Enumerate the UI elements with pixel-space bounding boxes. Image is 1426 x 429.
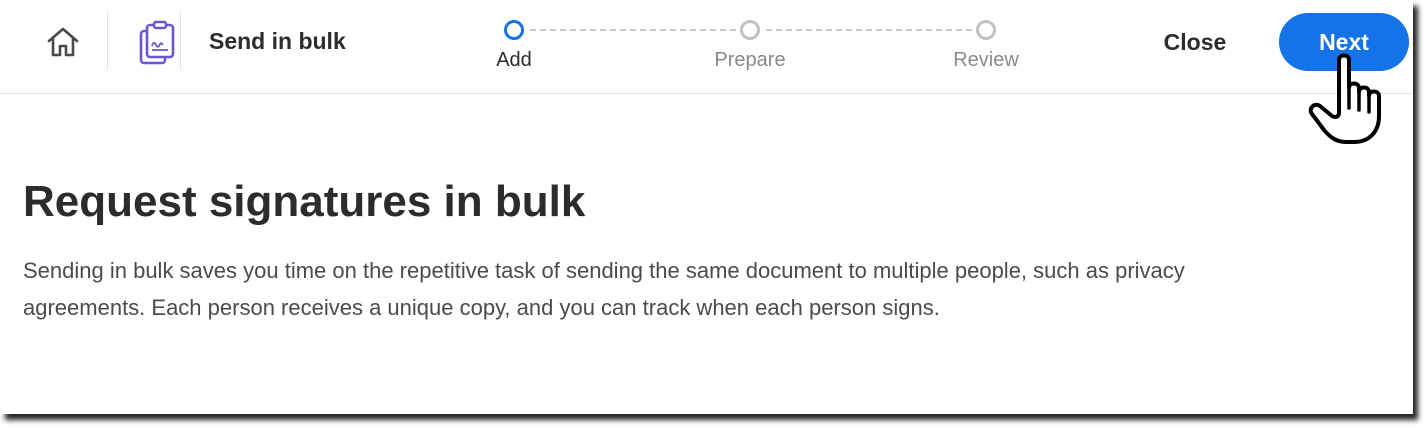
app-title: Send in bulk	[209, 28, 346, 54]
progress-stepper: Add Prepare Review	[470, 14, 1050, 74]
step-connector	[766, 29, 972, 31]
hand-pointer-icon	[1308, 53, 1381, 144]
page-title: Request signatures in bulk	[23, 177, 586, 226]
header-divider	[180, 12, 181, 70]
main-content: Request signatures in bulk Sending in bu…	[23, 172, 1383, 326]
step-prepare-label: Prepare	[714, 49, 786, 71]
step-prepare-indicator	[740, 20, 760, 40]
top-bar: Send in bulk Add Prepare Review Close Ne…	[0, 0, 1413, 94]
header-divider	[107, 12, 108, 70]
bulk-signature-document-icon	[139, 20, 175, 65]
step-review-indicator	[976, 20, 996, 40]
send-in-bulk-panel: Send in bulk Add Prepare Review Close Ne…	[0, 0, 1413, 414]
step-add-indicator	[504, 20, 524, 40]
app-icon	[134, 18, 180, 68]
step-review-label: Review	[953, 49, 1019, 71]
page-description: Sending in bulk saves you time on the re…	[23, 258, 1185, 320]
home-icon	[47, 27, 79, 57]
step-add-label: Add	[496, 49, 532, 71]
home-button[interactable]	[38, 20, 88, 64]
close-button[interactable]: Close	[1145, 22, 1245, 62]
step-connector	[530, 29, 736, 31]
